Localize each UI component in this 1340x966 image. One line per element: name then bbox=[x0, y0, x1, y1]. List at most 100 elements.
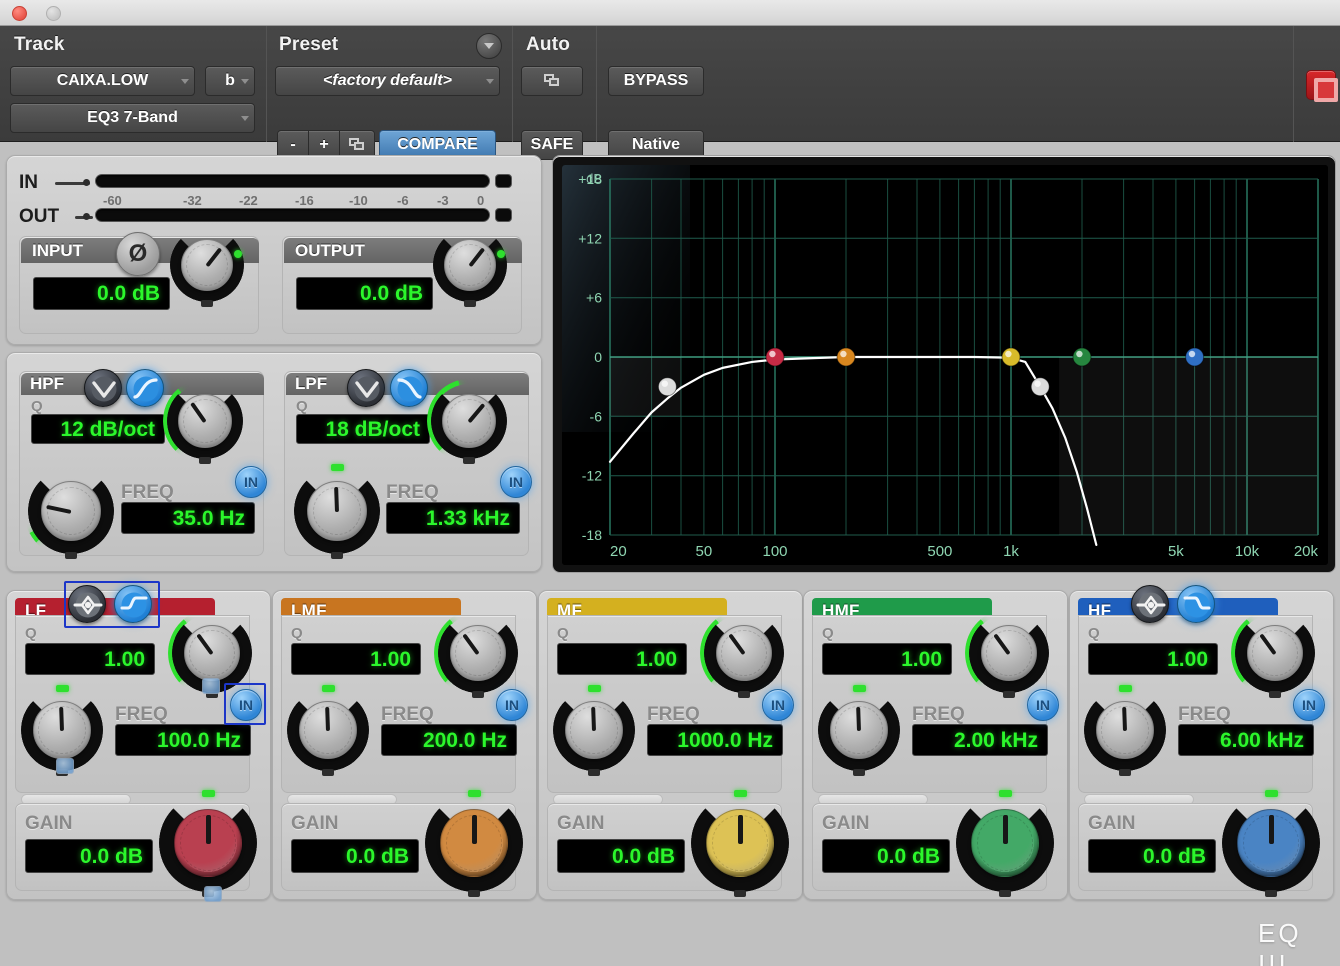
band-lf-bell-icon[interactable] bbox=[68, 585, 106, 623]
eq-frequency-response-graph[interactable]: dB -18 -12 -6 0 +6 +12 +18 20 50 100 500 1k 5k 10k 20k bbox=[562, 165, 1328, 565]
hpf-q-display[interactable]: 12 dB/oct bbox=[31, 414, 165, 444]
band-gain-knob-lmf[interactable] bbox=[425, 790, 523, 897]
band-q-knob-hf[interactable] bbox=[1231, 609, 1319, 698]
band-gain-knob-hf[interactable] bbox=[1222, 790, 1320, 897]
band-gain-label-lf: GAIN bbox=[25, 813, 73, 834]
band-freq-label-lmf: FREQ bbox=[381, 704, 434, 725]
band-hf-high-shelf-icon[interactable] bbox=[1177, 585, 1215, 623]
meter-scale-tick: -16 bbox=[295, 193, 314, 208]
lpf-q-knob[interactable] bbox=[427, 379, 511, 464]
svg-text:+12: +12 bbox=[578, 230, 602, 246]
band-in-button-hf[interactable]: IN bbox=[1293, 689, 1325, 721]
hmf-handle bbox=[1072, 347, 1092, 367]
automation-copy-button[interactable] bbox=[521, 66, 583, 96]
hpf-freq-display[interactable]: 35.0 Hz bbox=[121, 502, 255, 534]
band-freq-display-lmf[interactable]: 200.0 Hz bbox=[381, 724, 517, 756]
band-q-display-mf[interactable]: 1.00 bbox=[557, 643, 687, 675]
band-q-knob-mf[interactable] bbox=[700, 609, 788, 698]
band-in-button-mf[interactable]: IN bbox=[762, 689, 794, 721]
compare-label: COMPARE bbox=[397, 136, 478, 153]
lpf-notch-icon[interactable] bbox=[347, 369, 385, 407]
lpf-freq-display[interactable]: 1.33 kHz bbox=[386, 502, 520, 534]
band-gain-knob-lf[interactable] bbox=[159, 790, 257, 897]
io-panel: IN -60 -32 -22 -16 -10 -6 -3 0 OUT INPUT 0.0 dB… bbox=[6, 155, 542, 345]
preset-section-label: Preset bbox=[279, 34, 339, 55]
band-q-knob-hmf[interactable] bbox=[965, 609, 1053, 698]
band-panel-hmf: HMF Q 1.00 FREQ 2.00 kHz IN GAIN 0.0 dB bbox=[803, 590, 1068, 900]
band-q-display-lf[interactable]: 1.00 bbox=[25, 643, 155, 675]
output-gain-knob[interactable] bbox=[433, 228, 507, 307]
lpf-handle bbox=[1030, 377, 1050, 397]
band-lf-low-shelf-icon[interactable] bbox=[114, 585, 152, 623]
band-gain-display-hf[interactable]: 0.0 dB bbox=[1088, 839, 1216, 873]
svg-text:-18: -18 bbox=[582, 527, 602, 543]
band-freq-knob-hmf[interactable] bbox=[818, 685, 900, 776]
band-gain-knob-hmf[interactable] bbox=[956, 790, 1054, 897]
band-freq-display-hf[interactable]: 6.00 kHz bbox=[1178, 724, 1314, 756]
automation-indicator-lf-0[interactable] bbox=[202, 678, 220, 694]
window-minimize-button[interactable] bbox=[46, 6, 61, 21]
automation-indicator-lf-2[interactable] bbox=[204, 886, 222, 902]
track-letter-selector[interactable]: b bbox=[205, 66, 255, 96]
automation-indicator-lf-1[interactable] bbox=[56, 758, 74, 774]
band-freq-knob-mf[interactable] bbox=[553, 685, 635, 776]
svg-text:0: 0 bbox=[594, 349, 602, 365]
hpf-in-button[interactable]: IN bbox=[235, 466, 267, 498]
hpf-q-knob[interactable] bbox=[163, 379, 247, 464]
lpf-lowpass-icon[interactable] bbox=[390, 369, 428, 407]
band-freq-display-hmf[interactable]: 2.00 kHz bbox=[912, 724, 1048, 756]
band-hf-bell-icon[interactable] bbox=[1131, 585, 1169, 623]
out-clip-indicator[interactable] bbox=[495, 208, 512, 222]
in-meter-dot bbox=[83, 179, 90, 186]
band-q-display-hf[interactable]: 1.00 bbox=[1088, 643, 1218, 675]
phase-invert-icon[interactable]: Ø bbox=[116, 232, 160, 276]
in-clip-indicator[interactable] bbox=[495, 174, 512, 188]
band-q-display-lmf[interactable]: 1.00 bbox=[291, 643, 421, 675]
preset-name-selector[interactable]: <factory default> bbox=[275, 66, 500, 96]
band-in-button-lf[interactable]: IN bbox=[230, 689, 262, 721]
lpf-freq-knob[interactable] bbox=[294, 464, 380, 559]
preset-menu-chevron-down-icon[interactable] bbox=[476, 33, 502, 59]
hpf-freq-knob[interactable] bbox=[24, 464, 118, 559]
hpf-freq-label: FREQ bbox=[121, 482, 174, 503]
band-freq-knob-lmf[interactable] bbox=[287, 685, 369, 776]
hpf-q-label: Q bbox=[31, 398, 43, 415]
hpf-handle bbox=[657, 377, 677, 397]
band-gain-display-hmf[interactable]: 0.0 dB bbox=[822, 839, 950, 873]
band-freq-label-hmf: FREQ bbox=[912, 704, 965, 725]
bypass-button[interactable]: BYPASS bbox=[608, 66, 704, 96]
header-divider-3 bbox=[596, 26, 597, 142]
svg-text:+18: +18 bbox=[578, 171, 602, 187]
auto-section-label: Auto bbox=[526, 34, 571, 55]
band-gain-display-mf[interactable]: 0.0 dB bbox=[557, 839, 685, 873]
input-gain-display[interactable]: 0.0 dB bbox=[33, 277, 170, 310]
hpf-notch-icon[interactable] bbox=[84, 369, 122, 407]
window-close-button[interactable] bbox=[12, 6, 27, 21]
output-gain-display[interactable]: 0.0 dB bbox=[296, 277, 433, 310]
band-freq-knob-hf[interactable] bbox=[1084, 685, 1166, 776]
svg-text:+6: +6 bbox=[586, 290, 602, 306]
band-in-button-hmf[interactable]: IN bbox=[1027, 689, 1059, 721]
band-gain-display-lf[interactable]: 0.0 dB bbox=[25, 839, 153, 873]
band-freq-display-lf[interactable]: 100.0 Hz bbox=[115, 724, 251, 756]
track-letter-value: b bbox=[225, 72, 235, 89]
safe-label: SAFE bbox=[530, 136, 574, 153]
band-gain-display-lmf[interactable]: 0.0 dB bbox=[291, 839, 419, 873]
band-q-knob-lmf[interactable] bbox=[434, 609, 522, 698]
lf-handle bbox=[765, 347, 785, 367]
lpf-in-button[interactable]: IN bbox=[500, 466, 532, 498]
svg-text:20k: 20k bbox=[1294, 543, 1319, 560]
band-gain-knob-mf[interactable] bbox=[691, 790, 789, 897]
band-gain-label-hf: GAIN bbox=[1088, 813, 1136, 834]
band-freq-display-mf[interactable]: 1000.0 Hz bbox=[647, 724, 783, 756]
hpf-title: HPF bbox=[30, 374, 64, 393]
lpf-q-display[interactable]: 18 dB/oct bbox=[296, 414, 430, 444]
band-freq-label-hf: FREQ bbox=[1178, 704, 1231, 725]
hpf-highpass-icon[interactable] bbox=[126, 369, 164, 407]
track-name-selector[interactable]: CAIXA.LOW bbox=[10, 66, 195, 96]
band-in-button-lmf[interactable]: IN bbox=[496, 689, 528, 721]
plugin-target-button[interactable] bbox=[1306, 70, 1338, 102]
band-q-display-hmf[interactable]: 1.00 bbox=[822, 643, 952, 675]
plugin-name-selector[interactable]: EQ3 7-Band bbox=[10, 103, 255, 133]
input-gain-knob[interactable] bbox=[170, 228, 244, 307]
